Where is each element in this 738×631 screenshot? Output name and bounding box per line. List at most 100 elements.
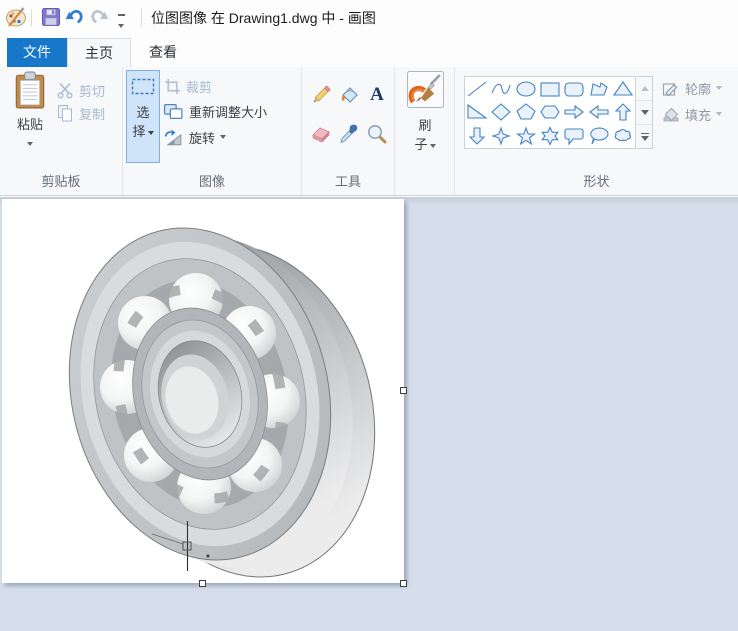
shape-oval-callout[interactable] <box>586 124 610 148</box>
fill-label: 填充 <box>685 105 711 124</box>
rotate-label: 旋转 <box>189 128 215 147</box>
qat-separator <box>141 9 142 27</box>
copy-button[interactable]: 复制 <box>56 102 105 124</box>
select-dropdown-icon <box>148 131 154 135</box>
resize-button[interactable]: 重新调整大小 <box>163 100 267 122</box>
shape-diamond[interactable] <box>489 101 513 125</box>
group-tools: A 工具 <box>302 67 395 195</box>
select-label-line1: 选 <box>127 102 159 121</box>
bearing-3d-image <box>2 199 404 583</box>
select-button[interactable]: 选 择 <box>126 70 160 163</box>
tools-group-label: 工具 <box>302 171 394 190</box>
shape-four-point-star[interactable] <box>489 124 513 148</box>
paste-button[interactable]: 粘贴 <box>5 71 55 163</box>
scissors-icon <box>56 81 74 99</box>
shape-up-arrow[interactable] <box>611 101 635 125</box>
canvas-resize-handle-right[interactable] <box>400 387 407 394</box>
paste-dropdown-icon <box>27 142 33 146</box>
group-clipboard: 粘贴 剪切 复制 剪贴板 <box>0 67 123 195</box>
drawing-canvas[interactable] <box>2 199 404 583</box>
shape-cloud-callout[interactable] <box>611 124 635 148</box>
shape-five-point-star[interactable] <box>514 124 538 148</box>
shape-rounded-rectangle[interactable] <box>562 77 586 101</box>
brushes-label-line1: 刷 <box>401 115 449 134</box>
shapes-scroll-down-button[interactable] <box>637 101 652 125</box>
shape-down-arrow[interactable] <box>465 124 489 148</box>
shape-hexagon[interactable] <box>538 101 562 125</box>
resize-icon <box>163 103 184 120</box>
clipboard-group-label: 剪贴板 <box>0 171 122 190</box>
eraser-icon <box>310 123 332 145</box>
save-icon[interactable] <box>41 7 61 27</box>
brushes-button[interactable]: 刷 子 <box>401 71 449 163</box>
magnifier-icon <box>366 123 388 145</box>
shape-triangle[interactable] <box>611 77 635 101</box>
copy-label: 复制 <box>79 104 105 123</box>
outline-dropdown-icon <box>716 86 722 90</box>
rotate-dropdown-icon <box>220 135 226 139</box>
tab-file[interactable]: 文件 <box>7 38 67 67</box>
group-shapes: 轮廓 填充 形状 <box>455 67 738 195</box>
crop-button[interactable]: 裁剪 <box>164 75 212 97</box>
canvas-resize-handle-corner[interactable] <box>400 580 407 587</box>
pencil-icon <box>310 84 332 106</box>
color-picker-tool[interactable] <box>336 119 362 149</box>
canvas-resize-handle-bottom[interactable] <box>199 580 206 587</box>
tab-home[interactable]: 主页 <box>67 38 131 67</box>
shape-right-triangle[interactable] <box>465 101 489 125</box>
pencil-tool[interactable] <box>308 80 334 110</box>
shape-polygon[interactable] <box>586 77 610 101</box>
copy-icon <box>56 104 74 122</box>
text-tool[interactable]: A <box>364 80 390 110</box>
eraser-tool[interactable] <box>308 119 334 149</box>
shapes-gallery <box>464 76 636 149</box>
image-group-label: 图像 <box>123 171 301 190</box>
rotate-button[interactable]: 旋转 <box>163 126 226 148</box>
shape-pentagon[interactable] <box>514 101 538 125</box>
shapes-more-button[interactable] <box>637 125 652 149</box>
paint-logo-icon <box>4 5 28 29</box>
group-image: 选 择 裁剪 重新调整大小 旋转 图像 <box>123 67 302 195</box>
select-rectangle-icon <box>131 78 155 95</box>
paste-label: 粘贴 <box>5 114 55 133</box>
text-tool-icon: A <box>370 84 384 106</box>
clipboard-icon <box>14 71 46 109</box>
ribbon: 粘贴 剪切 复制 剪贴板 选 择 <box>0 67 738 196</box>
shape-left-arrow[interactable] <box>586 101 610 125</box>
group-brushes: 刷 子 <box>395 67 455 195</box>
shape-oval[interactable] <box>514 77 538 101</box>
qat-separator <box>31 9 32 27</box>
work-area[interactable] <box>0 197 738 631</box>
fill-button[interactable]: 填充 <box>662 103 722 125</box>
shape-right-arrow[interactable] <box>562 101 586 125</box>
qat-customize-dropdown-icon[interactable] <box>116 14 126 33</box>
select-label-line2: 择 <box>127 121 159 140</box>
shape-six-point-star[interactable] <box>538 124 562 148</box>
magnifier-tool[interactable] <box>364 119 390 149</box>
cut-label: 剪切 <box>79 81 105 100</box>
crop-label: 裁剪 <box>186 77 212 96</box>
shapes-group-label: 形状 <box>455 171 738 190</box>
tab-view[interactable]: 查看 <box>131 38 195 67</box>
shape-rounded-callout[interactable] <box>562 124 586 148</box>
shape-curve[interactable] <box>489 77 513 101</box>
brushes-label-line2: 子 <box>401 134 449 153</box>
outline-label: 轮廓 <box>685 79 711 98</box>
brushes-dropdown-icon <box>430 144 436 148</box>
eyedropper-icon <box>338 123 360 145</box>
cut-button[interactable]: 剪切 <box>56 79 105 101</box>
shape-line[interactable] <box>465 77 489 101</box>
fill-dropdown-icon <box>716 112 722 116</box>
brush-icon <box>407 71 444 108</box>
ribbon-tabs: 文件 主页 查看 <box>0 36 738 67</box>
rotate-icon <box>163 129 184 146</box>
crop-icon <box>164 78 181 95</box>
outline-button[interactable]: 轮廓 <box>662 77 722 99</box>
redo-icon[interactable] <box>88 6 111 29</box>
fill-icon <box>662 105 680 123</box>
shapes-scroll-up-button[interactable] <box>637 77 652 101</box>
shapes-scroll-buttons <box>637 76 653 149</box>
undo-icon[interactable] <box>63 6 86 29</box>
shape-rectangle[interactable] <box>538 77 562 101</box>
fill-color-tool[interactable] <box>336 80 362 110</box>
